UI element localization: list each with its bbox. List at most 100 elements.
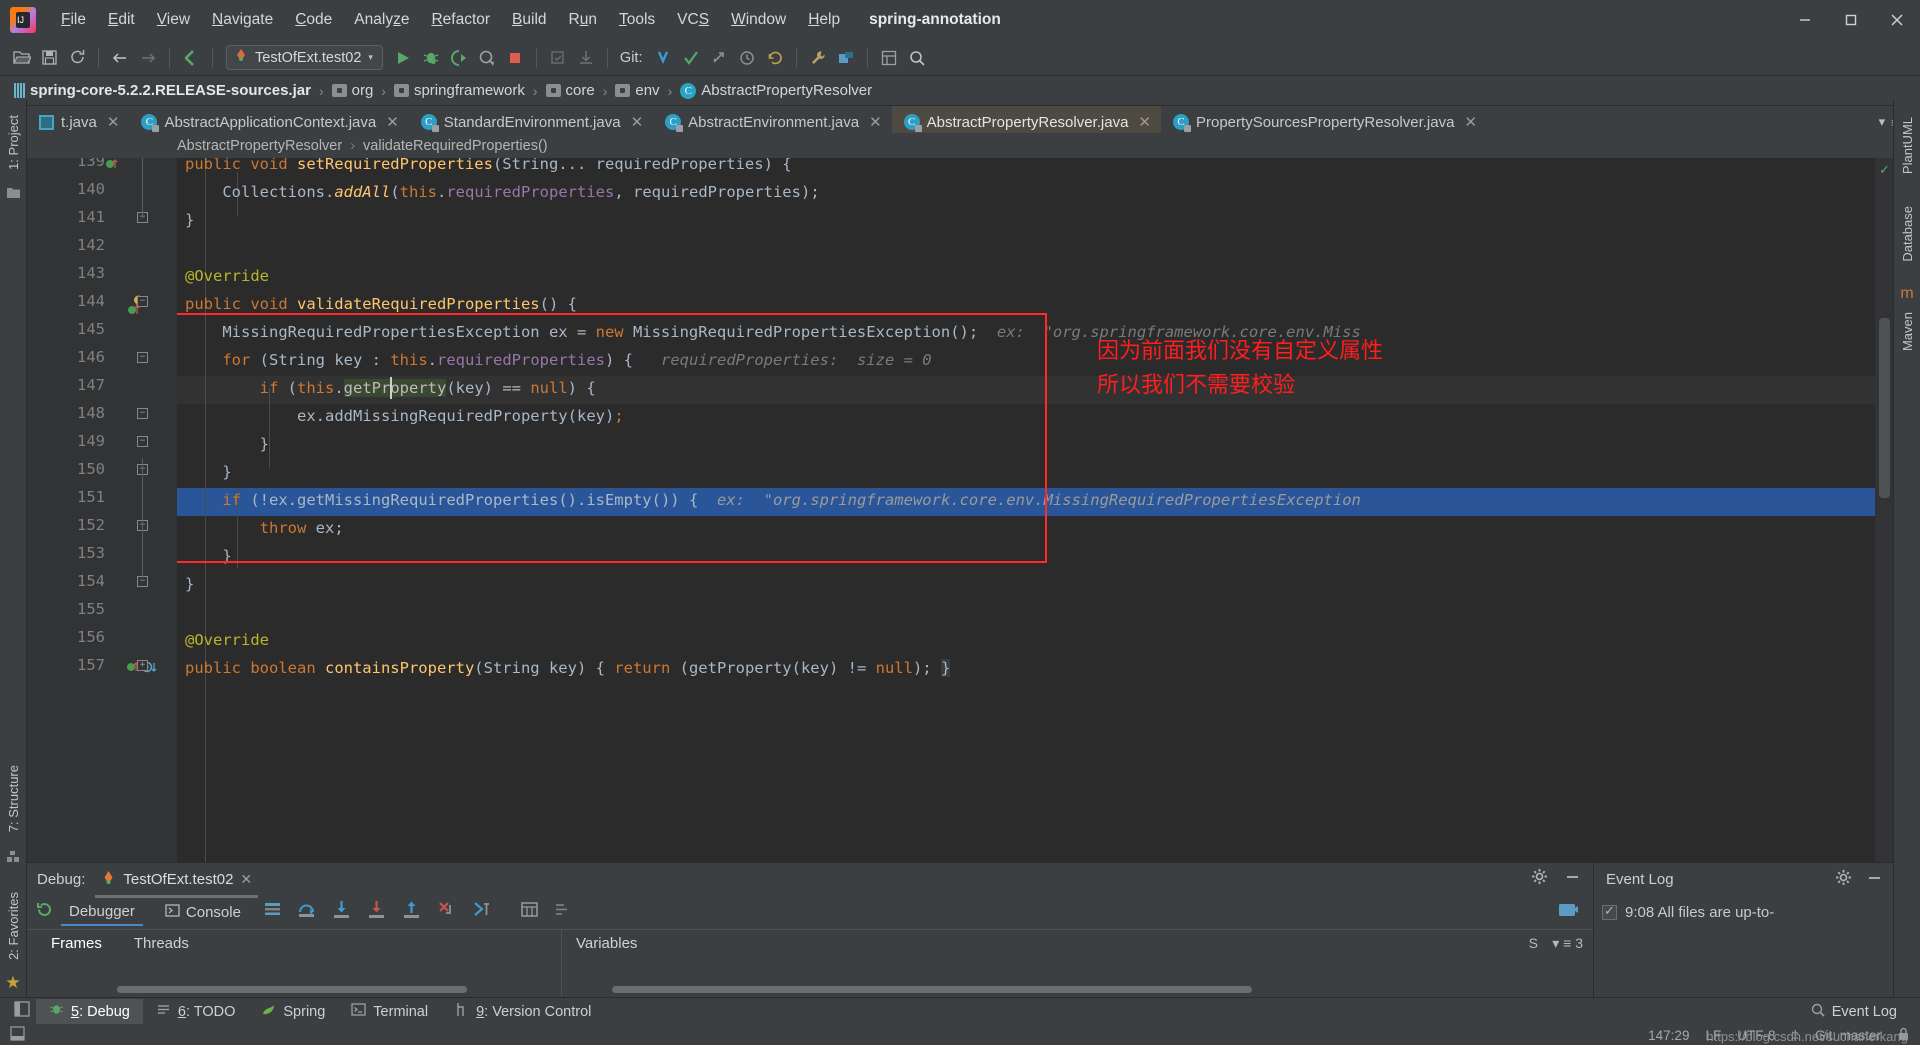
breadcrumb-jar[interactable]: spring-core-5.2.2.RELEASE-sources.jar — [10, 80, 315, 101]
git-update-icon[interactable] — [650, 45, 676, 71]
close-icon[interactable]: ✕ — [240, 871, 252, 888]
menu-help[interactable]: Help — [797, 8, 851, 32]
breadcrumb-springframework[interactable]: springframework — [390, 80, 529, 101]
profiler-icon[interactable] — [474, 45, 500, 71]
bottom-item-terminal[interactable]: Terminal — [338, 999, 441, 1024]
status-caret-position[interactable]: 147:29 — [1648, 1028, 1689, 1043]
step-into-button[interactable] — [331, 899, 352, 925]
tab-debugger[interactable]: Debugger — [61, 899, 143, 926]
fold-marker[interactable]: − — [137, 296, 148, 307]
menu-build[interactable]: Build — [501, 8, 557, 32]
mute-breakpoints-button[interactable] — [553, 900, 572, 924]
git-commit-check-icon[interactable] — [678, 45, 704, 71]
layout-toggle-icon[interactable] — [8, 1001, 36, 1022]
menu-tools[interactable]: Tools — [608, 8, 666, 32]
sidebar-item-project[interactable]: 1: Project — [6, 106, 21, 179]
close-button[interactable] — [1874, 0, 1920, 40]
gear-icon[interactable] — [1835, 869, 1852, 890]
evaluate-expression-button[interactable] — [520, 900, 539, 924]
debug-bug-icon[interactable] — [418, 45, 444, 71]
rollback-icon[interactable] — [762, 45, 788, 71]
menu-analyze[interactable]: Analyze — [343, 8, 420, 32]
tabs-overflow-caret[interactable]: ▾ — [1879, 114, 1886, 130]
variables-count-label[interactable]: ▾ ≡ 3 — [1552, 935, 1583, 952]
run-with-coverage-icon[interactable] — [446, 45, 472, 71]
arrow-left-icon[interactable] — [107, 45, 133, 71]
menu-file[interactable]: File — [50, 8, 97, 32]
status-layout-icon[interactable] — [10, 1026, 25, 1044]
frames-horizontal-scrollbar[interactable] — [117, 986, 467, 993]
close-icon[interactable]: ✕ — [1138, 113, 1151, 131]
run-to-cursor-button[interactable] — [471, 899, 492, 925]
sidebar-item-plantuml[interactable]: PlantUML — [1900, 108, 1915, 183]
tab-frames[interactable]: Frames — [35, 930, 118, 957]
fold-marker[interactable]: − — [137, 436, 148, 447]
structure-icon[interactable] — [876, 45, 902, 71]
rerun-button[interactable] — [35, 900, 54, 924]
close-icon[interactable]: ✕ — [107, 113, 120, 131]
close-icon[interactable]: ✕ — [631, 113, 644, 131]
menu-code[interactable]: Code — [284, 8, 343, 32]
open-folder-icon[interactable] — [8, 45, 34, 71]
star-icon[interactable]: ★ — [5, 974, 20, 991]
build-project-icon[interactable] — [545, 45, 571, 71]
editor-marker-strip[interactable]: ✓ — [1875, 158, 1893, 910]
arrow-right-icon[interactable] — [135, 45, 161, 71]
minimize-icon[interactable] — [1866, 869, 1883, 890]
run-configuration-selector[interactable]: TestOfExt.test02 ▾ — [226, 45, 383, 70]
step-over-button[interactable] — [296, 899, 317, 925]
download-sources-icon[interactable] — [573, 45, 599, 71]
structure-bars-icon[interactable] — [6, 849, 21, 869]
bottom-item-version-control[interactable]: 9: Version Control — [441, 999, 604, 1024]
minimize-icon[interactable] — [1564, 868, 1581, 890]
close-icon[interactable]: ✕ — [869, 113, 882, 131]
breadcrumb-org[interactable]: org — [328, 80, 378, 101]
breadcrumb-env[interactable]: env — [611, 80, 663, 101]
menu-view[interactable]: View — [146, 8, 201, 32]
close-icon[interactable]: ✕ — [386, 113, 399, 131]
gear-icon[interactable] — [1531, 868, 1548, 890]
breadcrumb-class[interactable]: C AbstractPropertyResolver — [676, 80, 876, 101]
layout-settings-button[interactable] — [263, 900, 282, 924]
step-out-button[interactable] — [401, 899, 422, 925]
save-icon[interactable] — [36, 45, 62, 71]
menu-window[interactable]: Window — [720, 8, 797, 32]
stop-square-icon[interactable] — [502, 45, 528, 71]
code-text-area[interactable]: public void setRequiredProperties(String… — [177, 158, 1875, 910]
bottom-item-todo[interactable]: 6: TODO — [143, 999, 249, 1024]
search-icon[interactable] — [904, 45, 930, 71]
wrench-settings-icon[interactable] — [805, 45, 831, 71]
override-marker-icon[interactable] — [105, 158, 118, 174]
sidebar-item-maven[interactable]: Maven — [1900, 303, 1915, 360]
debug-session-tab[interactable]: TestOfExt.test02 ✕ — [95, 867, 258, 898]
breadcrumb-editor-method[interactable]: validateRequiredProperties() — [363, 138, 548, 154]
bottom-item-spring[interactable]: Spring — [248, 999, 338, 1024]
menu-run[interactable]: Run — [558, 8, 608, 32]
plugins-icon[interactable] — [833, 45, 859, 71]
fold-marker[interactable]: − — [137, 408, 148, 419]
variables-horizontal-scrollbar[interactable] — [612, 986, 1252, 993]
history-clock-icon[interactable] — [734, 45, 760, 71]
refresh-sync-icon[interactable] — [64, 45, 90, 71]
sidebar-item-structure[interactable]: 7: Structure — [6, 756, 21, 841]
variables-sort-label[interactable]: S — [1529, 935, 1538, 951]
revert-arrow-icon[interactable] — [178, 45, 204, 71]
menu-navigate[interactable]: Navigate — [201, 8, 284, 32]
fold-marker[interactable]: − — [137, 352, 148, 363]
run-play-icon[interactable] — [390, 45, 416, 71]
close-icon[interactable]: ✕ — [1464, 113, 1477, 131]
git-push-icon[interactable] — [706, 45, 732, 71]
sidebar-item-favorites[interactable]: 2: Favorites — [6, 883, 21, 969]
camera-icon[interactable] — [1558, 900, 1593, 924]
editor-gutter[interactable]: 139 140 141 142 143 144 145 146 147 148 … — [27, 158, 177, 910]
menu-edit[interactable]: Edit — [97, 8, 146, 32]
tab-threads[interactable]: Threads — [118, 930, 205, 957]
project-files-icon[interactable] — [6, 185, 21, 205]
sidebar-item-database[interactable]: Database — [1900, 197, 1915, 271]
tab-console[interactable]: Console — [157, 899, 249, 926]
event-log-checkbox[interactable] — [1602, 903, 1617, 920]
bottom-item-debug[interactable]: 5: Debug — [36, 999, 143, 1024]
menu-refactor[interactable]: Refactor — [420, 8, 501, 32]
breadcrumb-core[interactable]: core — [542, 80, 599, 101]
force-step-into-button[interactable] — [366, 899, 387, 925]
